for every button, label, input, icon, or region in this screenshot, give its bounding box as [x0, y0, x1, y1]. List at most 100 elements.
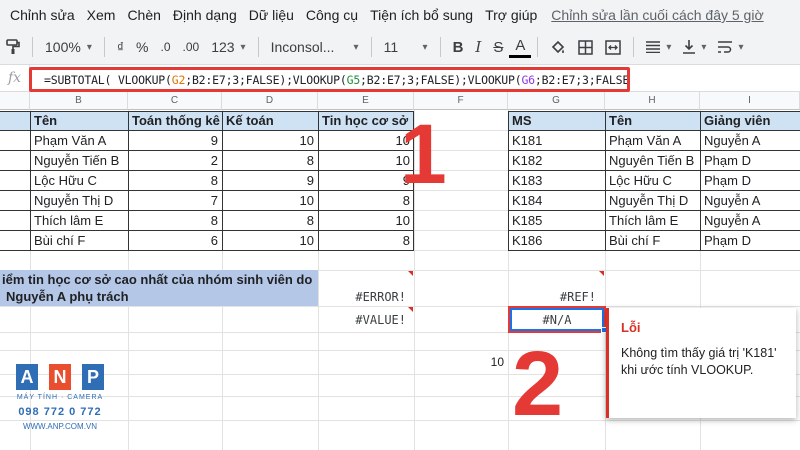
table1-cell[interactable]: 6	[128, 230, 222, 250]
italic-button[interactable]: I	[469, 34, 487, 60]
table2-cell[interactable]: Nguyễn A	[700, 210, 800, 230]
horizontal-align-icon[interactable]	[640, 34, 677, 60]
table2-border	[605, 111, 606, 251]
table1-header-statistics[interactable]: Toán thống kê	[128, 111, 222, 130]
merge-cells-icon[interactable]	[599, 34, 627, 60]
toolbar-divider	[103, 37, 105, 57]
table1-border	[0, 170, 414, 171]
fill-color-icon[interactable]	[544, 34, 572, 60]
selected-cell-na[interactable]: #N/A	[510, 308, 604, 331]
table1-cell[interactable]: Nguyễn Tiến B	[30, 150, 128, 170]
result-number-f[interactable]: 10	[414, 350, 508, 374]
currency-format-button[interactable]: ₫	[111, 34, 130, 60]
bold-button[interactable]: B	[447, 34, 470, 60]
table2-header-lecturer[interactable]: Giảng viên	[700, 111, 800, 130]
table2-cell[interactable]: Lộc Hữu C	[605, 170, 700, 190]
table2-cell[interactable]: Nguyễn A	[700, 130, 800, 150]
column-header-g[interactable]: G	[508, 92, 605, 110]
table1-cell[interactable]: 10	[222, 190, 318, 210]
question-line-1[interactable]: iểm tin học cơ sở cao nhất của nhóm sinh…	[0, 271, 318, 288]
font-size-select[interactable]: 11	[378, 34, 434, 60]
result-error-e[interactable]: #ERROR!	[318, 288, 410, 306]
last-edit-link[interactable]: Chỉnh sửa lần cuối cách đây 5 giờ	[551, 7, 763, 23]
table1-cell[interactable]: 10	[222, 130, 318, 150]
text-wrap-icon[interactable]	[712, 34, 749, 60]
error-tooltip-title: Lỗi	[621, 320, 641, 335]
table2-cell[interactable]: K183	[508, 170, 605, 190]
formula-bar: fx =SUBTOTAL( VLOOKUP(G2; B2:E7 ;3;FALSE);…	[0, 64, 800, 92]
table1-cell[interactable]: 7	[128, 190, 222, 210]
percent-format-button[interactable]: %	[130, 34, 154, 60]
menu-addons[interactable]: Tiện ích bổ sung	[364, 7, 479, 23]
result-ref-error-g[interactable]: #REF!	[508, 288, 600, 306]
table1-cell[interactable]: Thích lâm E	[30, 210, 128, 230]
table1-cell[interactable]: Lộc Hữu C	[30, 170, 128, 190]
formula-input[interactable]: =SUBTOTAL( VLOOKUP(G2; B2:E7 ;3;FALSE);VLO…	[29, 67, 630, 92]
menu-insert[interactable]: Chèn	[121, 7, 166, 23]
text-color-button[interactable]: A	[509, 36, 532, 58]
menu-data[interactable]: Dữ liệu	[243, 7, 300, 23]
table2-cell[interactable]: K181	[508, 130, 605, 150]
table1-cell[interactable]: 10	[222, 230, 318, 250]
table2-cell[interactable]: Phạm D	[700, 230, 800, 250]
vertical-align-icon[interactable]	[677, 34, 712, 60]
table2-cell[interactable]: Bùi chí F	[605, 230, 700, 250]
font-family-select[interactable]: Inconsol...	[265, 34, 365, 60]
menu-tools[interactable]: Công cụ	[300, 7, 364, 23]
table2-cell[interactable]: K184	[508, 190, 605, 210]
column-header-h[interactable]: H	[605, 92, 700, 110]
formula-range: B2:E7	[366, 72, 401, 87]
table1-border	[0, 190, 414, 191]
paint-format-icon[interactable]	[0, 34, 26, 60]
table2-cell[interactable]: K185	[508, 210, 605, 230]
table1-cell[interactable]: 2	[128, 150, 222, 170]
table1-border	[0, 210, 414, 211]
table2-border	[508, 111, 800, 112]
table1-cell[interactable]: 8	[222, 150, 318, 170]
table1-cell[interactable]: 8	[318, 230, 414, 250]
table2-cell[interactable]: Phạm D	[700, 170, 800, 190]
table2-header-code[interactable]: MS	[508, 111, 605, 130]
more-formats-select[interactable]: 123	[205, 34, 251, 60]
table2-cell[interactable]: Nguyễn A	[700, 190, 800, 210]
decrease-decimals-button[interactable]: .0	[154, 34, 176, 60]
table1-cell[interactable]: 8	[128, 210, 222, 230]
strikethrough-button[interactable]: S	[487, 34, 509, 60]
table2-cell[interactable]: K182	[508, 150, 605, 170]
table1-cell[interactable]: 9	[222, 170, 318, 190]
menu-view[interactable]: Xem	[81, 7, 122, 23]
table1-header-accounting[interactable]: Kế toán	[222, 111, 318, 130]
menu-edit[interactable]: Chỉnh sửa	[4, 7, 81, 23]
result-value-error-e[interactable]: #VALUE!	[318, 310, 410, 330]
table1-cell[interactable]: Phạm Văn A	[30, 130, 128, 150]
column-header-d[interactable]: D	[222, 92, 318, 110]
table1-border	[318, 111, 319, 251]
table2-cell[interactable]: Thích lâm E	[605, 210, 700, 230]
table2-cell[interactable]: K186	[508, 230, 605, 250]
table1-cell[interactable]: 8	[128, 170, 222, 190]
table1-cell[interactable]: Bùi chí F	[30, 230, 128, 250]
formula-text: ;	[360, 72, 367, 87]
table2-cell[interactable]: Nguyễn Thị D	[605, 190, 700, 210]
table2-border	[508, 111, 509, 251]
column-header-i[interactable]: I	[700, 92, 800, 110]
increase-decimals-button[interactable]: .00	[177, 34, 206, 60]
table1-cell[interactable]: 10	[318, 210, 414, 230]
formula-text: ;3;FALSE);VLOOKUP(	[400, 72, 522, 87]
table2-cell[interactable]: Nguyên Tiến B	[605, 150, 700, 170]
table1-cell[interactable]: 9	[128, 130, 222, 150]
borders-icon[interactable]	[572, 34, 599, 60]
menu-format[interactable]: Định dạng	[167, 7, 243, 23]
table1-cell[interactable]: 8	[222, 210, 318, 230]
table2-cell[interactable]: Phạm Văn A	[605, 130, 700, 150]
menu-help[interactable]: Trợ giúp	[479, 7, 543, 23]
table2-header-name[interactable]: Tên	[605, 111, 700, 130]
table1-header-name[interactable]: Tên	[30, 111, 128, 130]
column-header-c[interactable]: C	[128, 92, 222, 110]
column-header-b[interactable]: B	[30, 92, 128, 110]
table2-cell[interactable]: Phạm D	[700, 150, 800, 170]
table1-cell[interactable]: Nguyễn Thị D	[30, 190, 128, 210]
question-line-2[interactable]: Nguyễn A phụ trách	[0, 288, 318, 305]
zoom-select[interactable]: 100%	[39, 34, 98, 60]
toolbar-divider	[537, 37, 539, 57]
